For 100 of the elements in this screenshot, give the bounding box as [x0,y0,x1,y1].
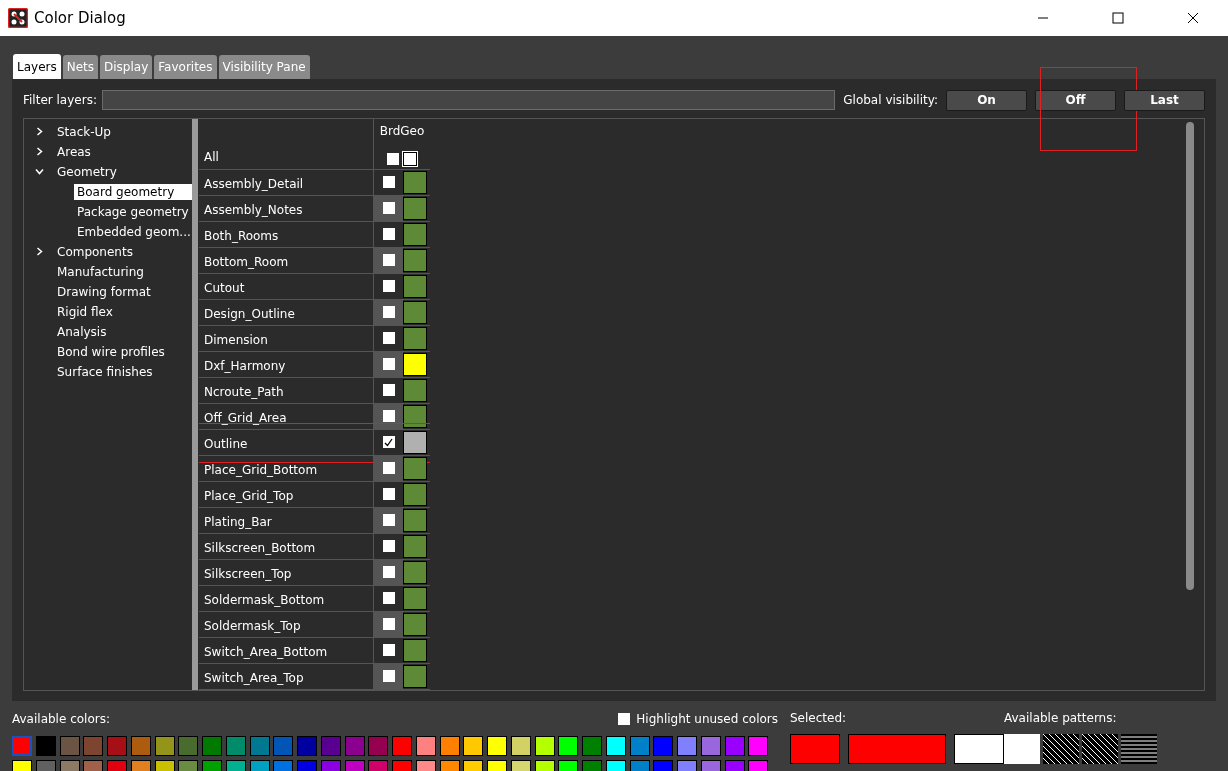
tab[interactable]: Layers [13,53,61,79]
checkbox[interactable] [382,332,395,345]
diagonal-pattern-icon[interactable] [1043,734,1079,764]
tree-item[interactable]: Bond wire profiles [54,343,168,360]
checkbox[interactable] [387,152,399,165]
color-swatch[interactable] [403,151,417,166]
color-swatch[interactable] [344,736,365,756]
color-swatch[interactable] [403,378,427,402]
color-swatch[interactable] [403,222,427,246]
tree-item[interactable]: Components [54,243,136,260]
tree-item[interactable]: Stack-Up [54,123,114,140]
color-swatch[interactable] [403,430,427,454]
tree-item[interactable]: Drawing format [54,283,154,300]
checkbox[interactable] [382,644,395,657]
color-swatch[interactable] [107,736,127,756]
checkbox[interactable] [382,462,395,475]
color-swatch[interactable] [403,404,427,428]
checkbox[interactable] [382,436,395,449]
tree-item[interactable]: Embedded geom... [74,223,194,240]
checkbox[interactable] [382,592,395,605]
chevron-right-icon[interactable] [35,127,44,137]
color-swatch[interactable] [403,274,427,298]
color-swatch[interactable] [403,326,427,350]
color-swatch[interactable] [463,736,484,756]
color-swatch[interactable] [403,638,427,662]
color-swatch[interactable] [534,736,555,756]
color-swatch[interactable] [415,736,436,756]
chevron-right-icon[interactable] [35,147,44,157]
color-swatch[interactable] [403,508,427,532]
checkbox[interactable] [382,670,395,683]
color-swatch[interactable] [403,560,427,584]
color-swatch[interactable] [178,736,199,756]
color-swatch[interactable] [700,736,721,756]
color-swatch[interactable] [629,736,650,756]
chevron-down-icon[interactable] [35,167,44,177]
checkbox[interactable] [382,254,395,267]
color-swatch[interactable] [392,736,412,756]
color-swatch[interactable] [403,196,427,220]
color-swatch[interactable] [748,736,769,756]
chevron-right-icon[interactable] [35,247,44,257]
checkbox[interactable] [382,540,395,553]
color-swatch[interactable] [510,736,531,756]
checkbox[interactable] [618,713,631,725]
color-swatch[interactable] [439,736,460,756]
color-swatch[interactable] [582,736,602,756]
scrollbar[interactable] [1186,121,1194,590]
visibility-button[interactable]: On [946,89,1027,111]
color-swatch[interactable] [487,736,507,756]
tree-item[interactable]: Package geometry [74,203,192,220]
tree-item[interactable]: Surface finishes [54,363,156,380]
color-swatch[interactable] [320,736,341,756]
checkbox[interactable] [382,176,395,189]
checkbox[interactable] [382,280,395,293]
color-swatch[interactable] [724,736,745,756]
checkbox[interactable] [382,384,395,397]
color-swatch[interactable] [225,736,246,756]
checkbox[interactable] [382,228,395,241]
color-swatch[interactable] [403,300,427,324]
color-swatch[interactable] [403,170,427,194]
color-swatch[interactable] [273,736,294,756]
color-swatch[interactable] [605,736,626,756]
visibility-button[interactable]: Off [1035,89,1116,111]
checkbox[interactable] [382,488,395,501]
color-swatch[interactable] [12,736,32,756]
color-swatch[interactable] [403,612,427,636]
tree-item[interactable]: Rigid flex [54,303,116,320]
splitter-handle[interactable] [192,118,198,690]
color-swatch[interactable] [403,352,427,376]
color-swatch[interactable] [202,736,222,756]
checkbox[interactable] [382,358,395,371]
color-swatch[interactable] [368,736,389,756]
diagonal-pattern-icon[interactable] [1082,734,1118,764]
color-swatch[interactable] [403,456,427,480]
checkbox-label[interactable]: Highlight unused colors [636,712,778,726]
horizontal-pattern-icon[interactable] [1121,734,1157,764]
color-swatch[interactable] [35,736,56,756]
color-swatch[interactable] [403,586,427,610]
color-swatch[interactable] [653,736,674,756]
color-swatch[interactable] [249,736,270,756]
tree-item[interactable]: Board geometry [74,183,192,200]
visibility-button[interactable]: Last [1124,89,1205,111]
checkbox[interactable] [382,514,395,527]
color-swatch[interactable] [154,736,175,756]
tree-item[interactable]: Geometry [54,163,120,180]
color-swatch[interactable] [558,736,579,756]
checkbox[interactable] [382,306,395,319]
color-swatch[interactable] [403,664,427,688]
checkbox[interactable] [382,566,395,579]
color-swatch[interactable] [130,736,151,756]
color-swatch[interactable] [83,736,104,756]
filter-field[interactable] [101,90,836,111]
color-swatch[interactable] [403,482,427,506]
color-swatch[interactable] [403,248,427,272]
close-icon[interactable] [1187,12,1199,24]
color-swatch[interactable] [59,736,80,756]
tree-item[interactable]: Manufacturing [54,263,147,280]
color-swatch[interactable] [403,534,427,558]
tree-item[interactable]: Areas [54,143,94,160]
checkbox[interactable] [382,618,395,631]
checkbox[interactable] [382,410,395,423]
